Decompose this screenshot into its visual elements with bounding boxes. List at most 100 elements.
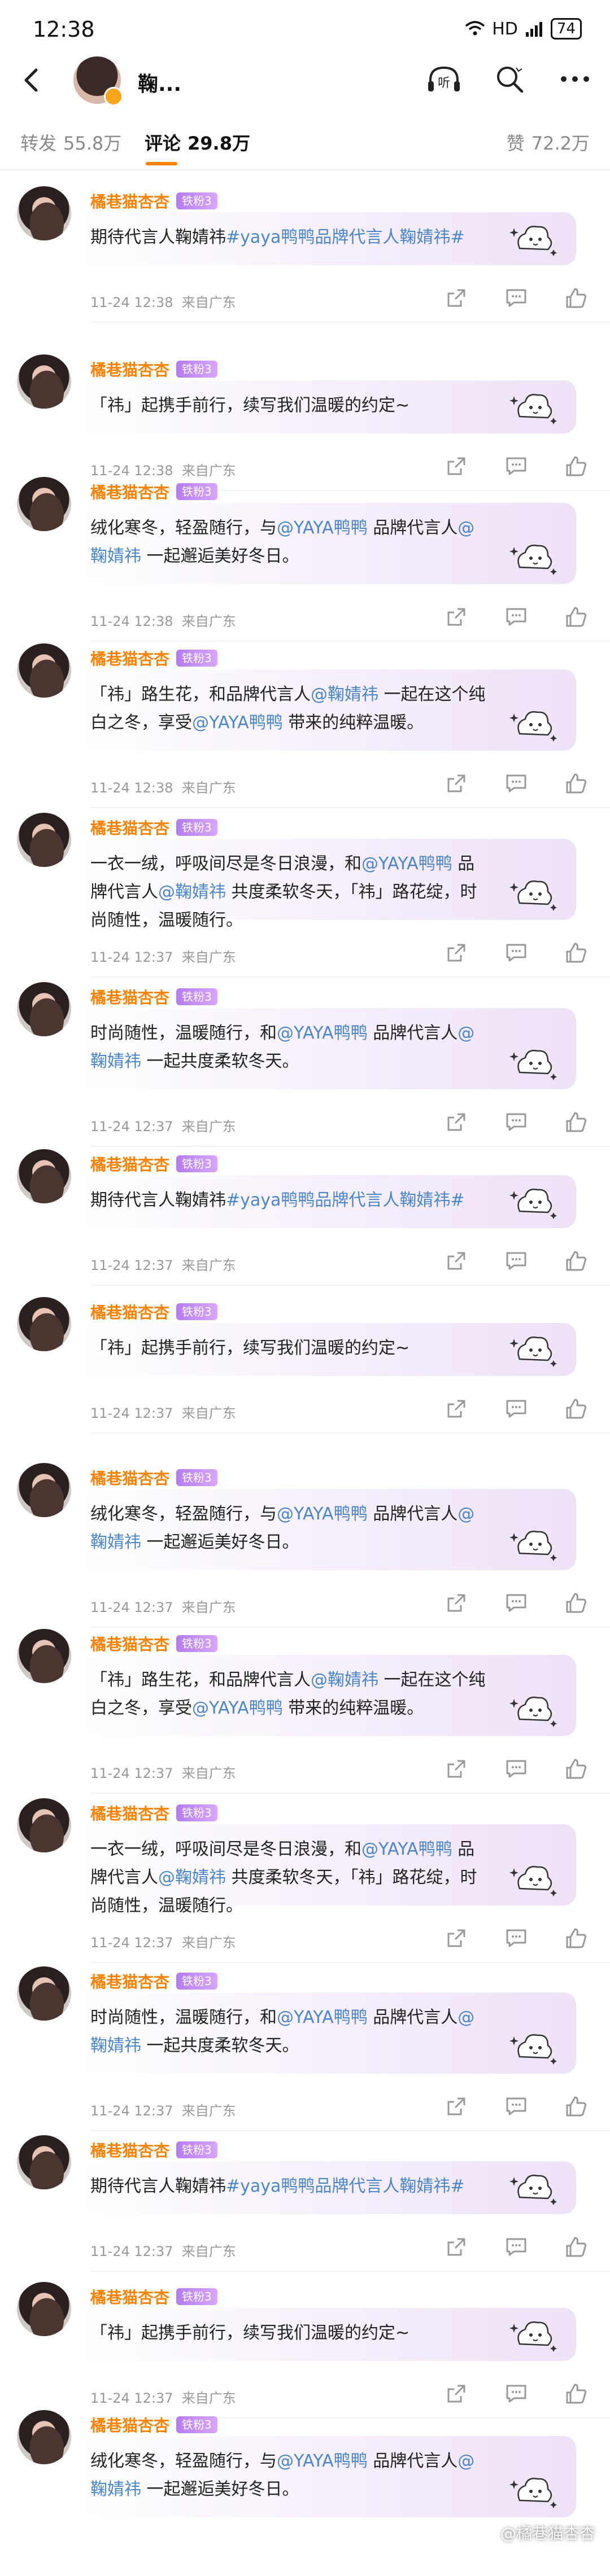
- comment-button[interactable]: [504, 1248, 529, 1273]
- share-button[interactable]: [444, 940, 469, 965]
- fan-badge[interactable]: 铁粉3: [176, 819, 217, 836]
- tab-comments[interactable]: 评论 29.8万: [145, 129, 250, 155]
- comment-item[interactable]: 橘巷猫杏杏 铁粉3 时尚随性，温暖随行，和@YAYA鸭鸭 品牌代言人@鞠婧祎 一起共…: [0, 982, 610, 1148]
- fan-badge[interactable]: 铁粉3: [176, 1973, 217, 1990]
- mention-link[interactable]: @YAYA鸭鸭: [277, 2008, 368, 2027]
- fan-badge[interactable]: 铁粉3: [176, 1469, 217, 1486]
- like-button[interactable]: [564, 771, 589, 796]
- share-button[interactable]: [444, 1396, 469, 1421]
- commenter-avatar[interactable]: [17, 982, 71, 1036]
- commenter-avatar[interactable]: [17, 1798, 71, 1852]
- commenter-name[interactable]: 橘巷猫杏杏: [90, 2413, 169, 2436]
- commenter-avatar[interactable]: [17, 2410, 71, 2464]
- tab-likes[interactable]: 赞 72.2万: [507, 129, 590, 155]
- comment-button[interactable]: [504, 604, 529, 629]
- share-button[interactable]: [444, 2235, 469, 2259]
- share-button[interactable]: [444, 1110, 469, 1134]
- comment-item[interactable]: 橘巷猫杏杏 铁粉3 期待代言人鞠婧祎#yaya鸭鸭品牌代言人鞠婧祎# 11-24 12…: [0, 186, 610, 324]
- comment-item[interactable]: 橘巷猫杏杏 铁粉3 一衣一绒，呼吸间尽是冬日浪漫，和@YAYA鸭鸭 品牌代言人@鞠婧…: [0, 813, 610, 979]
- comment-button[interactable]: [504, 1591, 529, 1615]
- mention-link[interactable]: @鞠婧祎: [311, 685, 378, 704]
- commenter-name[interactable]: 橘巷猫杏杏: [90, 190, 169, 212]
- mention-link[interactable]: @YAYA鸭鸭: [277, 1023, 368, 1043]
- commenter-avatar[interactable]: [17, 1297, 71, 1351]
- share-button[interactable]: [444, 286, 469, 310]
- like-button[interactable]: [564, 1110, 589, 1134]
- comment-item[interactable]: 橘巷猫杏杏 铁粉3 绒化寒冬，轻盈随行，与@YAYA鸭鸭 品牌代言人@鞠婧祎 一起邂…: [0, 477, 610, 643]
- commenter-avatar[interactable]: [17, 2282, 71, 2336]
- commenter-name[interactable]: 橘巷猫杏杏: [90, 1970, 169, 1992]
- comment-button[interactable]: [504, 1756, 529, 1781]
- listen-button[interactable]: 听: [426, 61, 462, 97]
- fan-badge[interactable]: 铁粉3: [176, 361, 217, 378]
- commenter-name[interactable]: 橘巷猫杏杏: [90, 2139, 169, 2161]
- commenter-avatar[interactable]: [17, 2135, 71, 2189]
- commenter-avatar[interactable]: [17, 186, 71, 240]
- comment-item[interactable]: 橘巷猫杏杏 铁粉3 「祎」路生花，和品牌代言人@鞠婧祎 一起在这个纯白之冬，享受@Y…: [0, 643, 610, 809]
- fan-badge[interactable]: 铁粉3: [176, 1155, 217, 1172]
- share-button[interactable]: [444, 1591, 469, 1615]
- like-button[interactable]: [564, 454, 589, 479]
- tab-reposts[interactable]: 转发 55.8万: [20, 129, 121, 155]
- commenter-name[interactable]: 橘巷猫杏杏: [90, 1466, 169, 1489]
- mention-link[interactable]: #yaya鸭鸭品牌代言人鞠婧祎#: [226, 1190, 465, 1210]
- comment-button[interactable]: [504, 2235, 529, 2259]
- author-name[interactable]: 鞠...: [138, 68, 181, 97]
- commenter-avatar[interactable]: [17, 1966, 71, 2021]
- mention-link[interactable]: @YAYA鸭鸭: [277, 2451, 368, 2471]
- commenter-avatar[interactable]: [17, 1463, 71, 1517]
- fan-badge[interactable]: 铁粉3: [176, 1303, 217, 1320]
- commenter-name[interactable]: 橘巷猫杏杏: [90, 1300, 169, 1323]
- search-button[interactable]: [491, 61, 528, 97]
- commenter-name[interactable]: 橘巷猫杏杏: [90, 1153, 169, 1175]
- like-button[interactable]: [564, 2235, 589, 2259]
- mention-link[interactable]: @YAYA鸭鸭: [192, 1698, 283, 1718]
- back-button[interactable]: [17, 64, 49, 96]
- fan-badge[interactable]: 铁粉3: [176, 650, 217, 667]
- comment-item[interactable]: 橘巷猫杏杏 铁粉3 「祎」起携手前行，续写我们温暖的约定~ 11-24 12:37 来…: [0, 1297, 610, 1435]
- share-button[interactable]: [444, 2381, 469, 2406]
- like-button[interactable]: [564, 604, 589, 629]
- commenter-name[interactable]: 橘巷猫杏杏: [90, 816, 169, 839]
- share-button[interactable]: [444, 1756, 469, 1781]
- commenter-avatar[interactable]: [17, 354, 71, 409]
- commenter-avatar[interactable]: [17, 813, 71, 867]
- mention-link[interactable]: #yaya鸭鸭品牌代言人鞠婧祎#: [226, 227, 465, 247]
- commenter-name[interactable]: 橘巷猫杏杏: [90, 358, 169, 380]
- fan-badge[interactable]: 铁粉3: [176, 2141, 217, 2158]
- mention-link[interactable]: @YAYA鸭鸭: [277, 518, 368, 538]
- fan-badge[interactable]: 铁粉3: [176, 1804, 217, 1821]
- like-button[interactable]: [564, 1756, 589, 1781]
- mention-link[interactable]: @鞠婧祎: [158, 1868, 226, 1887]
- mention-link[interactable]: @YAYA鸭鸭: [361, 854, 452, 874]
- commenter-name[interactable]: 橘巷猫杏杏: [90, 2285, 169, 2308]
- mention-link[interactable]: @YAYA鸭鸭: [361, 1839, 452, 1859]
- share-button[interactable]: [444, 1248, 469, 1273]
- author-avatar[interactable]: [73, 56, 123, 106]
- commenter-name[interactable]: 橘巷猫杏杏: [90, 647, 169, 669]
- fan-badge[interactable]: 铁粉3: [176, 1635, 217, 1652]
- comment-button[interactable]: [504, 771, 529, 796]
- comment-button[interactable]: [504, 940, 529, 965]
- comment-button[interactable]: [504, 454, 529, 479]
- share-button[interactable]: [444, 604, 469, 629]
- comment-item[interactable]: 橘巷猫杏杏 铁粉3 期待代言人鞠婧祎#yaya鸭鸭品牌代言人鞠婧祎# 11-24 12…: [0, 1149, 610, 1287]
- fan-badge[interactable]: 铁粉3: [176, 2288, 217, 2305]
- commenter-name[interactable]: 橘巷猫杏杏: [90, 1632, 169, 1655]
- comment-button[interactable]: [504, 2381, 529, 2406]
- share-button[interactable]: [444, 771, 469, 796]
- share-button[interactable]: [444, 1926, 469, 1951]
- mention-link[interactable]: @鞠婧祎: [311, 1670, 378, 1690]
- share-button[interactable]: [444, 2094, 469, 2119]
- comment-button[interactable]: [504, 1396, 529, 1421]
- fan-badge[interactable]: 铁粉3: [176, 2416, 217, 2433]
- comment-button[interactable]: [504, 286, 529, 310]
- comment-item[interactable]: 橘巷猫杏杏 铁粉3 时尚随性，温暖随行，和@YAYA鸭鸭 品牌代言人@鞠婧祎 一起共…: [0, 1966, 610, 2132]
- share-button[interactable]: [444, 454, 469, 479]
- comment-item[interactable]: 橘巷猫杏杏 铁粉3 「祎」起携手前行，续写我们温暖的约定~ 11-24 12:38 来…: [0, 354, 610, 492]
- mention-link[interactable]: #yaya鸭鸭品牌代言人鞠婧祎#: [226, 2176, 465, 2196]
- commenter-avatar[interactable]: [17, 477, 71, 531]
- fan-badge[interactable]: 铁粉3: [176, 483, 217, 500]
- like-button[interactable]: [564, 1396, 589, 1421]
- like-button[interactable]: [564, 1248, 589, 1273]
